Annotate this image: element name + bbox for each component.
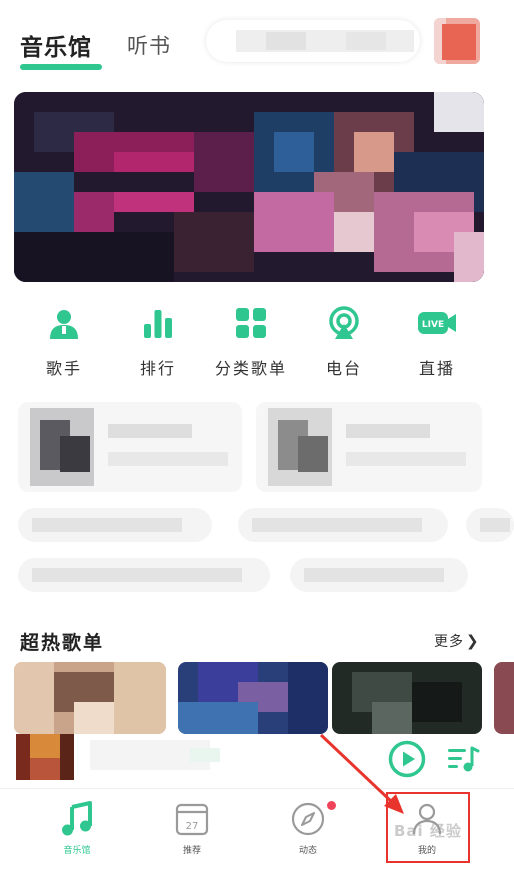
notification-dot <box>327 801 336 810</box>
recommend-card-cover <box>268 408 332 486</box>
mini-player[interactable] <box>0 734 514 788</box>
quick-entry-live[interactable]: LIVE 直播 <box>387 300 487 390</box>
nav-recommend[interactable]: 27 推荐 <box>142 789 242 859</box>
recommend-card[interactable] <box>18 402 242 492</box>
ranking-icon <box>144 310 172 338</box>
section-title-hot-playlists: 超热歌单 <box>20 632 105 654</box>
tab-music-hall[interactable]: 音乐馆 <box>20 28 92 62</box>
more-link[interactable]: 更多 ❯ <box>434 631 480 651</box>
playlist-queue-icon[interactable] <box>446 744 480 774</box>
tag-pill-text-blurred <box>32 518 182 532</box>
tag-pill[interactable] <box>238 508 448 542</box>
active-tab-indicator <box>20 64 102 70</box>
quick-entry-radio[interactable]: 电台 <box>294 300 394 390</box>
nav-label: 推荐 <box>182 846 201 856</box>
cover-image-part <box>60 436 90 472</box>
playlist-card[interactable] <box>14 662 166 734</box>
category-playlist-icon <box>236 308 266 338</box>
nav-label: 动态 <box>298 846 317 856</box>
avatar-image-part <box>442 24 476 60</box>
quick-entry-row: 歌手 排行 分类歌单 电台 LIVE 直播 <box>0 300 514 390</box>
quick-entry-label: 分类歌单 <box>214 359 287 378</box>
music-note-icon <box>62 801 92 836</box>
tag-pill[interactable] <box>18 558 270 592</box>
tag-pill-text-blurred <box>304 568 444 582</box>
calendar-icon: 27 <box>175 803 209 836</box>
more-label: 更多 <box>434 634 464 650</box>
calendar-day-text: 27 <box>186 821 199 832</box>
live-badge-text: LIVE <box>422 320 444 330</box>
playlist-card[interactable] <box>494 662 514 734</box>
cover-image-part <box>298 436 328 472</box>
playlist-card[interactable] <box>332 662 482 734</box>
search-placeholder-blurred-part <box>346 32 386 50</box>
quick-entry-singer[interactable]: 歌手 <box>14 300 114 390</box>
play-button-icon[interactable] <box>388 740 426 778</box>
playlist-card[interactable] <box>178 662 328 734</box>
search-input[interactable] <box>206 20 420 62</box>
tab-audiobook[interactable]: 听书 <box>127 30 171 60</box>
recommend-card-subtitle-blurred <box>108 452 228 466</box>
chevron-right-icon: ❯ <box>466 632 480 650</box>
compass-icon <box>291 802 325 836</box>
quick-entry-label: 直播 <box>418 359 455 378</box>
search-placeholder-blurred-part <box>266 32 306 50</box>
hot-playlist-row <box>14 662 514 734</box>
watermark-text: Bai 经验 <box>394 822 462 840</box>
recommend-card[interactable] <box>256 402 482 492</box>
nav-label: 音乐馆 <box>63 846 91 856</box>
tag-pill-text-blurred <box>252 518 422 532</box>
search-placeholder-blurred <box>236 30 414 52</box>
recommend-card-title-blurred <box>346 424 430 438</box>
nav-music-hall[interactable]: 音乐馆 <box>27 789 127 859</box>
quick-entry-category-playlist[interactable]: 分类歌单 <box>200 300 302 390</box>
tag-pill-text-blurred <box>32 568 242 582</box>
mini-player-title-blurred-part <box>190 748 220 762</box>
mini-player-cover <box>16 734 74 780</box>
quick-entry-label: 排行 <box>139 359 176 378</box>
tag-pill-text-blurred <box>480 518 510 532</box>
nav-activity[interactable]: 动态 <box>258 789 358 859</box>
quick-entry-label: 电台 <box>325 359 362 378</box>
tag-pill[interactable] <box>466 508 514 542</box>
avatar[interactable] <box>434 18 480 64</box>
tag-pill[interactable] <box>18 508 212 542</box>
radio-icon <box>329 306 359 339</box>
recommend-card-subtitle-blurred <box>346 452 466 466</box>
singer-icon <box>50 310 78 339</box>
quick-entry-label: 歌手 <box>45 359 82 378</box>
live-icon: LIVE <box>418 312 456 334</box>
top-header: 音乐馆 听书 <box>0 0 514 80</box>
tag-pill[interactable] <box>290 558 468 592</box>
recommend-card-cover <box>30 408 94 486</box>
promo-banner[interactable] <box>14 92 484 282</box>
recommend-card-title-blurred <box>108 424 192 438</box>
quick-entry-ranking[interactable]: 排行 <box>108 300 208 390</box>
